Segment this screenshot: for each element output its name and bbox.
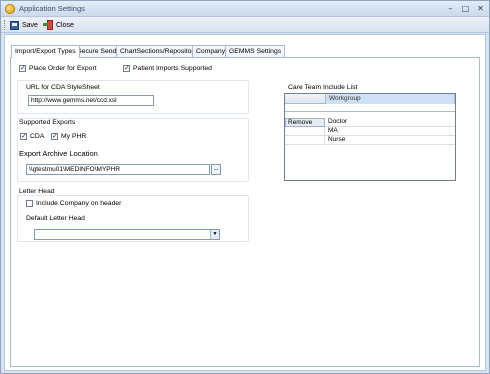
toolbar: Save Close: [1, 17, 489, 33]
tab-secure-send[interactable]: Secure Send: [73, 45, 121, 57]
app-icon: [5, 4, 15, 14]
patient-imports-label: Patient Imports Supported: [133, 65, 212, 72]
include-company-label: Include Company on header: [36, 200, 122, 207]
grid-header: Workgroup: [285, 94, 455, 104]
row-action-cell[interactable]: [285, 127, 325, 136]
close-window-button[interactable]: ✕: [474, 3, 487, 14]
myphr-label: My PHR: [61, 133, 87, 140]
table-row: Nurse: [285, 136, 455, 145]
care-team-grid: Workgroup Remove Doctor MA Nurse: [284, 93, 456, 181]
care-team-label: Care Team Include List: [288, 84, 358, 91]
workgroup-cell[interactable]: MA: [326, 127, 338, 136]
cda-checkbox[interactable]: CDA: [20, 132, 45, 141]
letter-head-label: Letter Head: [19, 188, 55, 195]
archive-location-input[interactable]: \\gtestmu01\MEDINFO\MYPHR: [26, 164, 210, 175]
window-title: Application Settings: [19, 4, 85, 13]
remove-button[interactable]: Remove: [285, 118, 325, 127]
default-letter-head-select[interactable]: ▼: [34, 229, 220, 240]
place-order-check[interactable]: [19, 64, 26, 73]
chevron-down-icon[interactable]: ▼: [210, 230, 219, 239]
tab-gemms-settings[interactable]: GEMMS Settings: [225, 45, 286, 57]
grid-new-row[interactable]: [285, 104, 455, 112]
include-company-checkbox[interactable]: Include Company on header: [26, 200, 121, 207]
place-order-label: Place Order for Export: [29, 65, 97, 72]
table-row: Remove Doctor: [285, 118, 455, 127]
maximize-button[interactable]: □: [459, 3, 472, 14]
include-company-check[interactable]: [26, 200, 33, 207]
tab-import-export-types[interactable]: Import/Export Types: [11, 45, 80, 58]
workgroup-cell[interactable]: Nurse: [326, 136, 345, 145]
exit-door-icon: [43, 20, 53, 30]
archive-location-label: Export Archive Location: [19, 149, 98, 158]
patient-imports-checkbox[interactable]: Patient Imports Supported: [123, 64, 212, 73]
application-settings-window: Application Settings – □ ✕ Save Close Im…: [0, 0, 490, 374]
patient-imports-check[interactable]: [123, 64, 130, 73]
close-label: Close: [56, 21, 74, 29]
title-bar: Application Settings – □ ✕: [1, 1, 489, 17]
close-button[interactable]: Close: [43, 19, 74, 31]
content-area: Import/Export Types Secure Send ChartSec…: [4, 34, 486, 371]
save-label: Save: [22, 21, 38, 29]
stylesheet-url-input[interactable]: http://www.gemms.net/ccd.xsl: [28, 95, 154, 106]
place-order-checkbox[interactable]: Place Order for Export: [19, 64, 97, 73]
save-button[interactable]: Save: [10, 19, 38, 31]
supported-exports-label: Supported Exports: [19, 119, 76, 126]
myphr-checkbox[interactable]: My PHR: [51, 132, 87, 141]
workgroup-column-header[interactable]: Workgroup: [325, 94, 455, 104]
table-row: MA: [285, 127, 455, 136]
tab-company[interactable]: Company: [192, 45, 230, 57]
import-export-panel: Place Order for Export Patient Imports S…: [10, 57, 480, 367]
tab-chartsections-repository[interactable]: ChartSections/Repository: [116, 45, 202, 57]
default-letter-head-label: Default Letter Head: [26, 215, 85, 222]
cda-check[interactable]: [20, 132, 27, 141]
stylesheet-label: URL for CDA StyleSheet: [26, 84, 100, 91]
workgroup-cell[interactable]: Doctor: [326, 118, 347, 127]
myphr-check[interactable]: [51, 132, 58, 141]
save-disk-icon: [10, 20, 19, 30]
archive-browse-button[interactable]: ...: [211, 164, 221, 175]
cda-label: CDA: [30, 133, 45, 140]
minimize-button[interactable]: –: [444, 3, 457, 14]
row-action-cell[interactable]: [285, 136, 325, 145]
toolbar-grip[interactable]: [4, 20, 6, 30]
